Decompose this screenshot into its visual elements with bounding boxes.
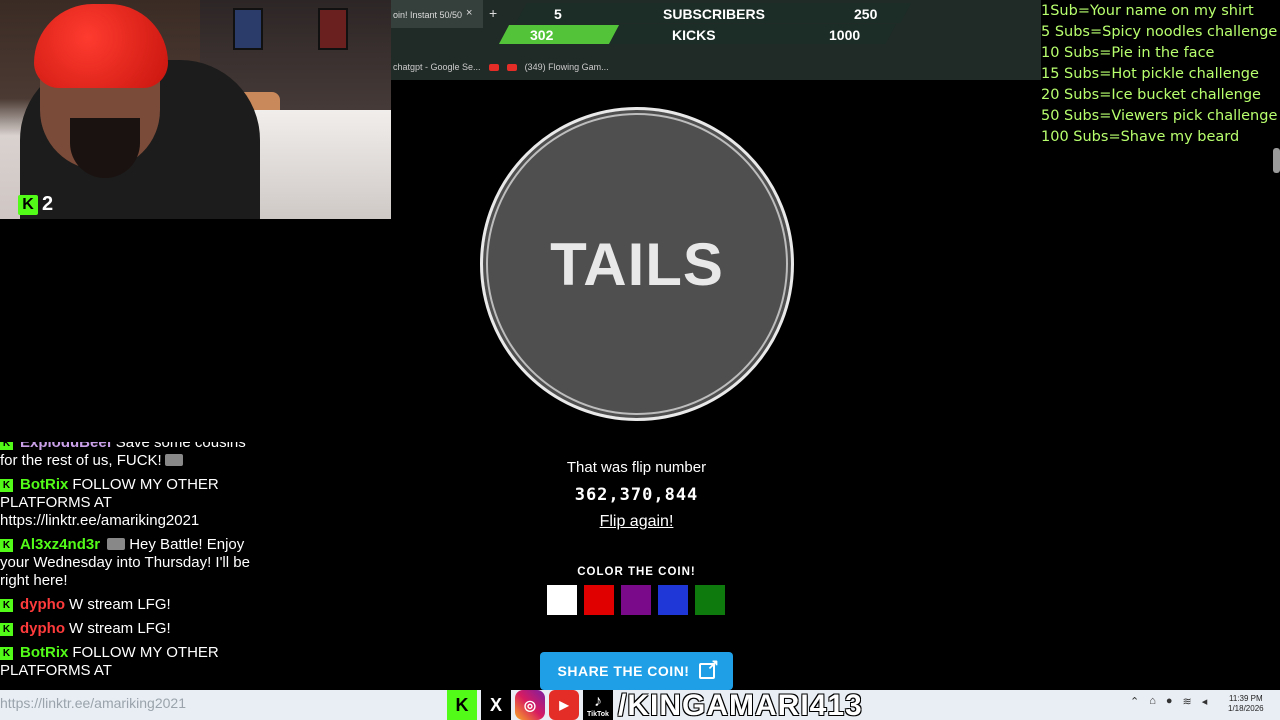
wall-poster xyxy=(318,8,348,50)
chat-username: dypho xyxy=(20,620,65,637)
swatch-blue[interactable] xyxy=(658,585,688,615)
tiktok-icon: ♪ TikTok xyxy=(583,690,613,720)
kick-badge-icon: K xyxy=(0,539,13,552)
share-label: SHARE THE COIN! xyxy=(557,663,690,679)
webcam-feed: K 2 xyxy=(0,0,391,219)
chat-message: Kdypho W stream LFG! xyxy=(0,620,262,638)
subs-goal: 250 xyxy=(854,6,877,22)
sub-goal-item: 15 Subs=Hot pickle challenge xyxy=(1041,66,1259,82)
share-coin-button[interactable]: SHARE THE COIN! xyxy=(540,652,733,690)
clock-date: 1/18/2026 xyxy=(1228,704,1264,713)
chat-username: Al3xz4nd3r xyxy=(20,536,101,553)
sub-goal-item: 50 Subs=Viewers pick challenge xyxy=(1041,108,1278,124)
wall-poster xyxy=(233,8,263,50)
instagram-icon: ◎ xyxy=(515,690,545,720)
swatch-red[interactable] xyxy=(584,585,614,615)
close-tab-icon[interactable]: × xyxy=(466,7,472,19)
kick-logo-icon: K xyxy=(18,194,38,215)
kicks-progress-fill xyxy=(498,25,620,44)
chat-overlay: K ExploduBeef Save some cousins for the re… xyxy=(0,442,262,690)
browser-top-bar: oin! Instant 50/50 × + 5 SUBSCRIBERS 250… xyxy=(391,0,1041,80)
sub-goal-item: 10 Subs=Pie in the face xyxy=(1041,45,1215,61)
chat-text: W stream LFG! xyxy=(69,620,171,637)
kick-badge-icon: K xyxy=(0,599,13,612)
chat-username: ExploduBeef xyxy=(20,442,112,451)
emote-icon xyxy=(107,538,126,550)
wifi-icon[interactable]: ≋ xyxy=(1183,695,1192,708)
kick-badge-icon: K xyxy=(0,623,13,636)
subs-current-value: 5 xyxy=(554,6,562,22)
volume-icon[interactable]: ◂ xyxy=(1202,695,1208,708)
chat-message: K Al3xz4nd3r Hey Battle! Enjoy your Wedne… xyxy=(0,536,262,590)
kicks-label-text: KICKS xyxy=(672,27,716,43)
red-durag xyxy=(34,4,168,88)
viewer-count: 2 xyxy=(42,193,54,215)
clock-time: 11:39 PM xyxy=(1228,694,1263,703)
chat-username: BotRix xyxy=(20,644,69,661)
bookmark-flowing-games[interactable]: (349) Flowing Gam... xyxy=(525,62,609,72)
bookmark-chatgpt[interactable]: chatgpt - Google Se... xyxy=(393,62,481,72)
youtube-icon: ▶ xyxy=(549,690,579,720)
chat-message: K ExploduBeef Save some cousins for the re… xyxy=(0,442,262,470)
page-scrollbar[interactable] xyxy=(1273,148,1280,173)
kicks-current: 302 xyxy=(530,27,553,43)
kick-logo-icon: K xyxy=(447,690,477,720)
social-icons: K X ◎ ▶ ♪ TikTok xyxy=(447,690,613,720)
sub-goal-item: 1Sub=Your name on my shirt xyxy=(1041,3,1254,19)
streamer-handle: /KINGAMARI413 xyxy=(618,689,863,720)
sub-goal-item: 100 Subs=Shave my beard xyxy=(1041,129,1240,145)
chat-text: W stream LFG! xyxy=(69,596,171,613)
network-icon[interactable]: ⌂ xyxy=(1149,695,1156,708)
coin-result: TAILS xyxy=(550,230,724,298)
system-tray: ⌃ ⌂ ● ≋ ◂ xyxy=(1130,695,1207,708)
mic-icon[interactable]: ● xyxy=(1166,695,1173,708)
taskbar-clock[interactable]: 11:39 PM 1/18/2026 xyxy=(1228,694,1264,714)
coin[interactable]: TAILS xyxy=(480,107,794,421)
new-tab-icon[interactable]: + xyxy=(489,5,497,21)
tab-title: oin! Instant 50/50 xyxy=(393,10,463,20)
external-link-icon xyxy=(699,656,719,679)
chat-username: BotRix xyxy=(20,476,69,493)
kicks-label: KICKS xyxy=(672,27,716,43)
x-logo-icon: X xyxy=(481,690,511,720)
chat-link-text: https://linktr.ee/amariking2021 xyxy=(0,695,186,711)
chat-username: dypho xyxy=(20,596,65,613)
youtube-icon[interactable] xyxy=(488,63,499,71)
swatch-green[interactable] xyxy=(695,585,725,615)
emote-icon xyxy=(164,454,183,466)
chevron-up-icon[interactable]: ⌃ xyxy=(1130,695,1139,708)
kicks-goal-value: 1000 xyxy=(829,27,861,43)
tiktok-label: TikTok xyxy=(587,710,609,718)
color-swatches xyxy=(547,585,725,615)
chat-message: K BotRix FOLLOW MY OTHER PLATFORMS AT xyxy=(0,644,262,680)
sub-goal-item: 20 Subs=Ice bucket challenge xyxy=(1041,87,1261,103)
chat-message: Kdypho W stream LFG! xyxy=(0,596,262,614)
kicks-current-value: 302 xyxy=(530,27,554,43)
kick-badge-icon: K xyxy=(0,479,13,492)
kicks-goal: 1000 xyxy=(829,27,860,43)
kick-badge-icon: K xyxy=(0,647,13,660)
swatch-white[interactable] xyxy=(547,585,577,615)
bookmarks-bar: chatgpt - Google Se... (349) Flowing Gam… xyxy=(391,58,609,76)
viewer-count-badge: K 2 xyxy=(18,193,53,216)
swatch-purple[interactable] xyxy=(621,585,651,615)
sub-goal-item: 5 Subs=Spicy noodles challenge xyxy=(1041,24,1278,40)
youtube-icon xyxy=(506,63,517,71)
kick-badge-icon: K xyxy=(0,442,13,450)
subs-label-text: SUBSCRIBERS xyxy=(663,6,765,22)
chat-message: K BotRix FOLLOW MY OTHER PLATFORMS AT http… xyxy=(0,476,262,530)
sub-goals-list: 1Sub=Your name on my shirt 5 Subs=Spicy … xyxy=(1041,0,1280,148)
subs-label: SUBSCRIBERS xyxy=(663,6,765,22)
subs-current: 5 xyxy=(554,6,562,22)
subs-goal-value: 250 xyxy=(854,6,878,22)
